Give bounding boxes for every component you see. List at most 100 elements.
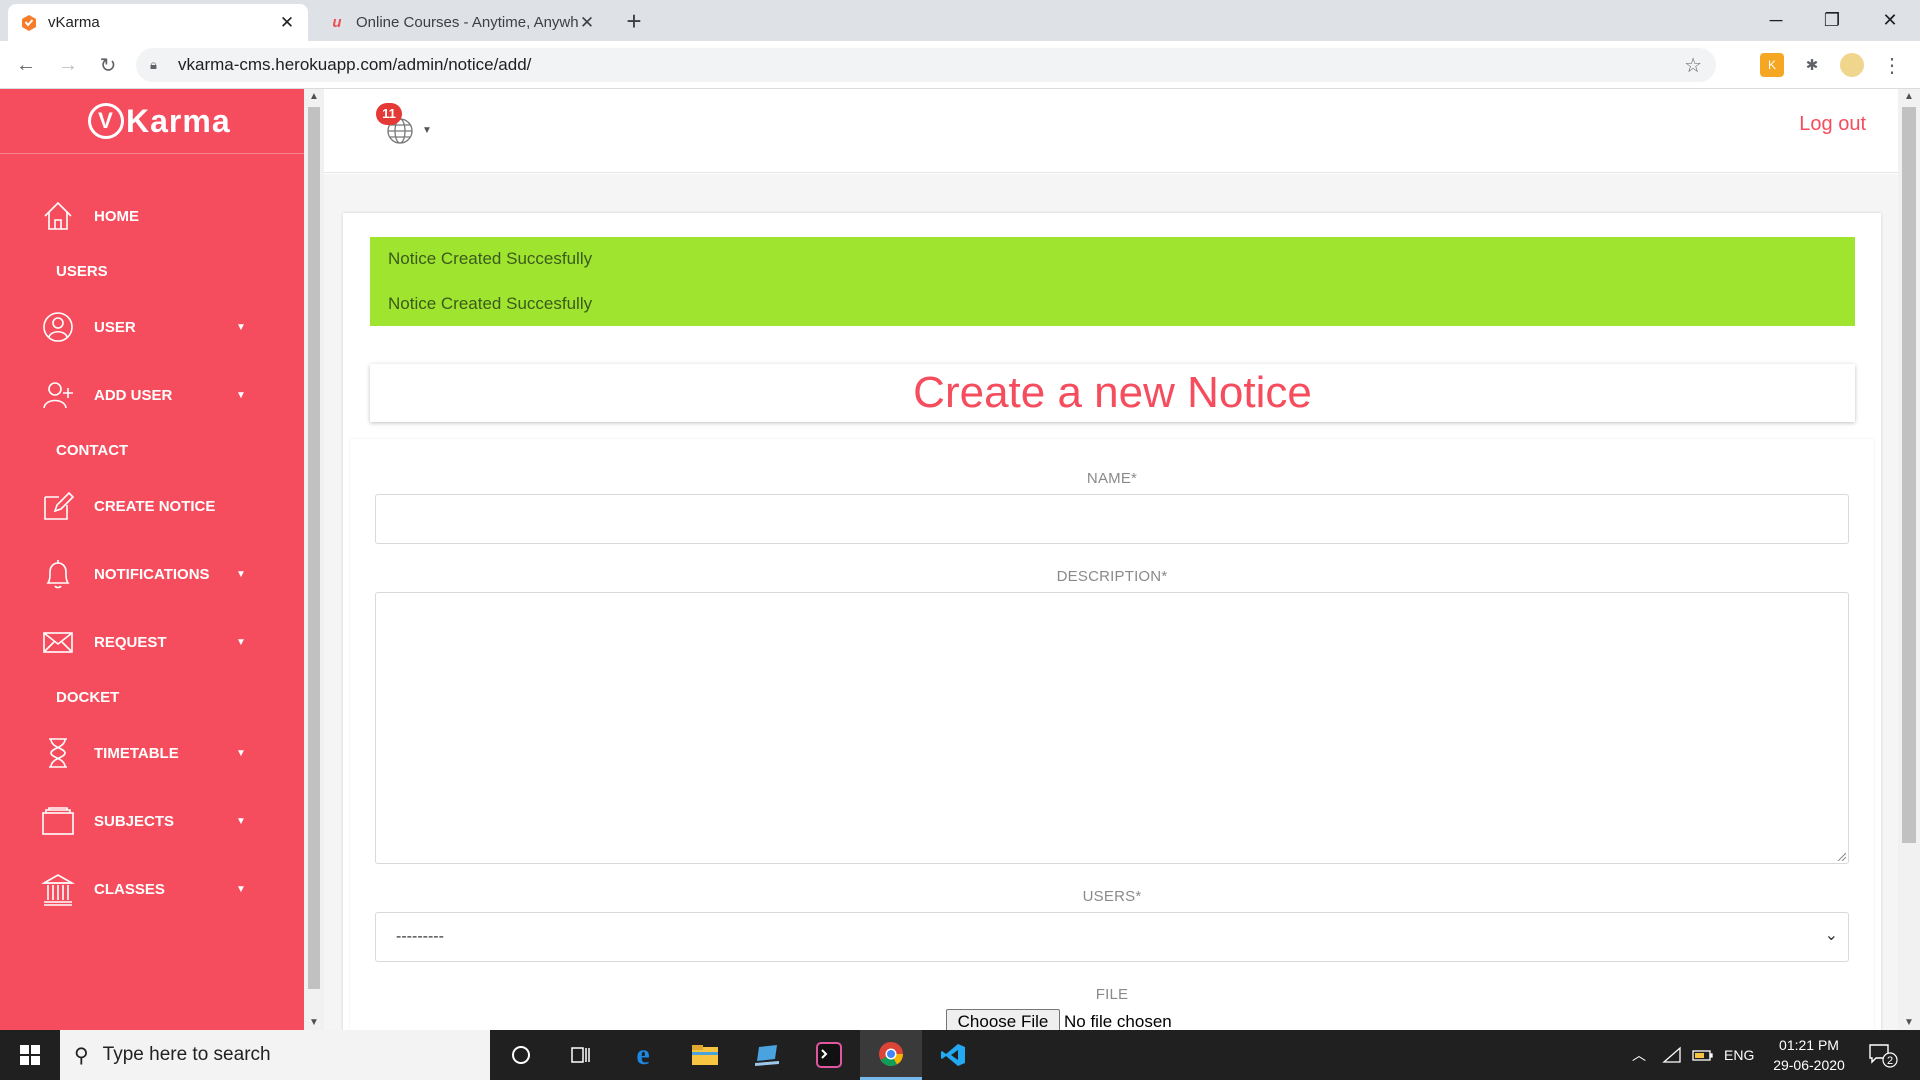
- back-icon[interactable]: ←: [10, 49, 42, 81]
- tab-title: Online Courses - Anytime, Anywh: [356, 14, 578, 31]
- divider: [0, 153, 304, 154]
- url-text: vkarma-cms.herokuapp.com/admin/notice/ad…: [178, 55, 532, 74]
- users-select[interactable]: --------- ⌄: [375, 912, 1849, 962]
- success-alert: Notice Created Succesfully Notice Create…: [370, 237, 1855, 326]
- minimize-icon[interactable]: ─: [1748, 0, 1804, 41]
- logo-text: Karma: [126, 102, 231, 139]
- windows-start-icon[interactable]: [0, 1030, 60, 1080]
- extension-icon[interactable]: K: [1760, 53, 1784, 77]
- file-label: FILE: [1095, 986, 1129, 1003]
- search-placeholder: Type here to search: [102, 1044, 271, 1065]
- reload-icon[interactable]: ↻: [92, 49, 124, 81]
- close-window-icon[interactable]: ✕: [1862, 0, 1918, 41]
- caret-down-icon: ▼: [236, 321, 246, 333]
- puzzle-extensions-icon[interactable]: ✱: [1800, 53, 1824, 77]
- taskbar-search-box[interactable]: ⚲ Type here to search: [60, 1030, 490, 1080]
- action-center-count: 2: [1887, 1055, 1893, 1067]
- show-hidden-icons[interactable]: ︿: [1632, 1030, 1646, 1080]
- sidebar-item-label: REQUEST: [94, 633, 167, 651]
- sidebar-item-request[interactable]: REQUEST ▼: [0, 622, 304, 662]
- task-view-icon[interactable]: [550, 1030, 612, 1080]
- caret-down-icon[interactable]: ▼: [422, 125, 432, 136]
- clock-date: 29-06-2020: [1773, 1057, 1845, 1073]
- sidebar-item-subjects[interactable]: SUBJECTS ▼: [0, 801, 304, 841]
- network-icon[interactable]: [1662, 1030, 1682, 1080]
- bookmark-star-icon[interactable]: ☆: [1684, 53, 1702, 78]
- profile-avatar[interactable]: [1840, 53, 1864, 77]
- sidebar-item-label: CREATE NOTICE: [94, 497, 216, 515]
- vscode-icon[interactable]: [922, 1030, 984, 1080]
- forward-icon[interactable]: →: [52, 49, 84, 81]
- udemy-favicon-icon: u: [332, 14, 342, 31]
- menu-dots-icon[interactable]: ⋮: [1880, 53, 1904, 77]
- scroll-up-icon[interactable]: ▲: [309, 91, 319, 102]
- sidebar-item-label: ADD USER: [94, 386, 173, 404]
- page: V Karma HOME USERS USER ▼ ADD USER ▼ CON…: [0, 89, 1920, 1043]
- name-label: NAME*: [1086, 470, 1138, 487]
- logout-link[interactable]: Log out: [1799, 113, 1866, 136]
- clock-time: 01:21 PM: [1779, 1037, 1839, 1053]
- sidebar-item-add-user[interactable]: ADD USER ▼: [0, 375, 304, 415]
- edge-icon[interactable]: e: [612, 1030, 674, 1080]
- tab-vkarma[interactable]: vKarma ✕: [8, 4, 308, 41]
- name-field[interactable]: [375, 494, 1849, 544]
- sidebar-item-timetable[interactable]: TIMETABLE ▼: [0, 733, 304, 773]
- resize-handle-icon[interactable]: [1836, 851, 1846, 861]
- sidebar-section-docket: DOCKET: [56, 689, 120, 706]
- top-bar: 11 ▼ Log out: [324, 89, 1898, 173]
- sidebar-item-create-notice[interactable]: CREATE NOTICE: [0, 486, 304, 526]
- notification-badge: 11: [376, 103, 402, 125]
- browser-toolbar: ← → ↻ 🔒︎ vkarma-cms.herokuapp.com/admin/…: [0, 41, 1920, 89]
- sidebar-section-users: USERS: [56, 263, 108, 280]
- logo-mark: V: [88, 103, 124, 139]
- lock-icon: 🔒︎: [150, 57, 157, 72]
- folder-icon: [38, 803, 78, 839]
- close-tab-icon[interactable]: ✕: [278, 13, 296, 33]
- sidebar-item-user[interactable]: USER ▼: [0, 307, 304, 347]
- caret-down-icon: ▼: [236, 747, 246, 759]
- scroll-thumb[interactable]: [308, 107, 320, 989]
- address-bar[interactable]: 🔒︎ vkarma-cms.herokuapp.com/admin/notice…: [136, 48, 1716, 82]
- search-icon: ⚲: [74, 1044, 89, 1067]
- sidebar-item-home[interactable]: HOME: [0, 196, 304, 236]
- restore-icon[interactable]: ❐: [1804, 0, 1860, 41]
- caret-down-icon: ▼: [236, 815, 246, 827]
- edit-icon: [38, 488, 78, 524]
- user-icon: [38, 309, 78, 345]
- battery-icon[interactable]: [1692, 1030, 1714, 1080]
- add-user-icon: [38, 377, 78, 413]
- caret-down-icon: ▼: [236, 389, 246, 401]
- tab-online-courses[interactable]: u Online Courses - Anytime, Anywh ✕: [316, 4, 608, 41]
- tab-title: vKarma: [48, 14, 100, 31]
- caret-down-icon: ▼: [236, 636, 246, 648]
- vkarma-favicon-icon: [20, 14, 38, 32]
- close-tab-icon[interactable]: ✕: [578, 13, 596, 33]
- file-explorer-icon[interactable]: [674, 1030, 736, 1080]
- scroll-thumb[interactable]: [1902, 107, 1916, 843]
- scroll-down-icon[interactable]: ▼: [309, 1017, 319, 1028]
- description-textarea[interactable]: [375, 592, 1849, 864]
- sidebar-item-label: USER: [94, 318, 136, 336]
- windows-taskbar: ⚲ Type here to search e ︿ ENG 01:21 PM 2…: [0, 1030, 1920, 1080]
- chrome-icon[interactable]: [860, 1030, 922, 1080]
- sidebar-item-label: HOME: [94, 207, 139, 225]
- sidebar-item-label: TIMETABLE: [94, 744, 179, 762]
- scroll-up-icon[interactable]: ▲: [1904, 91, 1914, 102]
- laptop-app-icon[interactable]: [736, 1030, 798, 1080]
- cortana-icon[interactable]: [490, 1030, 552, 1080]
- browser-tab-bar: vKarma ✕ u Online Courses - Anytime, Any…: [0, 0, 1920, 41]
- vkarma-logo[interactable]: V Karma: [88, 101, 231, 141]
- action-center-icon[interactable]: 2: [1868, 1030, 1898, 1080]
- main-scrollbar[interactable]: ▲ ▼: [1898, 89, 1920, 1030]
- users-label: USERS*: [1082, 888, 1142, 905]
- home-icon: [38, 198, 78, 234]
- alert-message: Notice Created Succesfully: [388, 249, 593, 268]
- clock[interactable]: 01:21 PM 29-06-2020: [1766, 1035, 1852, 1075]
- new-tab-button[interactable]: +: [620, 8, 648, 36]
- terminal-icon[interactable]: [798, 1030, 860, 1080]
- sidebar-item-label: SUBJECTS: [94, 812, 175, 830]
- scroll-down-icon[interactable]: ▼: [1904, 1017, 1914, 1028]
- file-status: No file chosen: [1064, 1012, 1172, 1031]
- language-indicator[interactable]: ENG: [1724, 1030, 1754, 1080]
- hourglass-icon: [38, 735, 78, 771]
